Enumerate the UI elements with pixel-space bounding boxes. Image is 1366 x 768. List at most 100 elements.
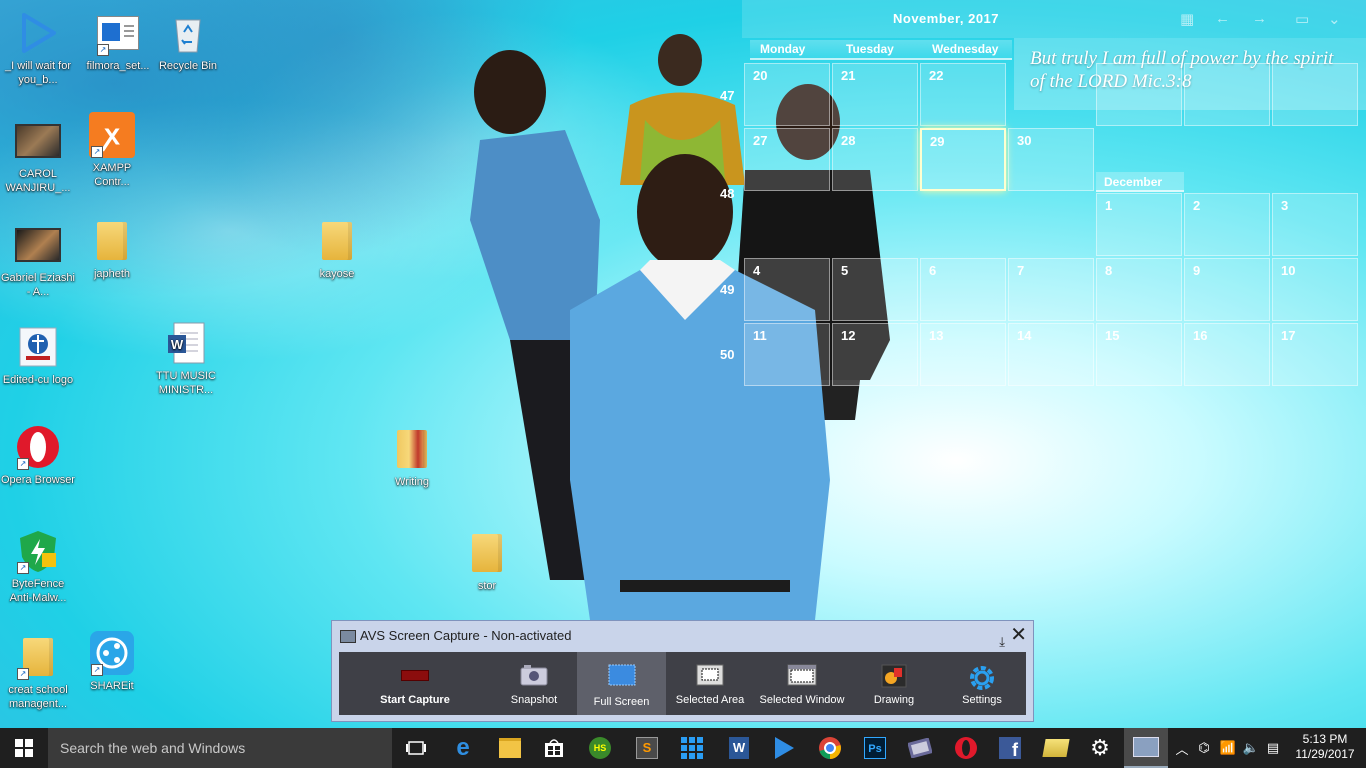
desktop-icon-label: Gabriel Eziashi - A... <box>1 272 75 298</box>
calendar-day[interactable]: 22 <box>920 63 1006 126</box>
week-number: 47 <box>720 88 735 103</box>
calendar-collapse-icon[interactable]: ⌄ <box>1328 10 1341 28</box>
word-taskbar-button[interactable]: W <box>717 728 761 768</box>
facebook-taskbar-button[interactable]: f <box>988 728 1032 768</box>
calendar-next-icon[interactable]: → <box>1252 10 1267 27</box>
notifications-icon[interactable]: ▤ <box>1262 740 1284 756</box>
wifi-off-icon[interactable]: 📶 <box>1216 740 1240 756</box>
start-capture-button[interactable]: Start Capture <box>339 652 491 715</box>
day-header-monday: Monday <box>750 40 836 60</box>
start-button[interactable] <box>0 728 48 768</box>
chevron-up-icon[interactable]: ︿ <box>1172 739 1192 758</box>
selected-window-button[interactable]: Selected Window <box>754 652 850 715</box>
avs-toolbar: Start Capture Snapshot Full Screen Selec… <box>339 652 1026 715</box>
task-view-button[interactable] <box>394 728 438 768</box>
sublime-icon: S <box>636 737 658 759</box>
edge-taskbar-button[interactable]: e <box>441 728 485 768</box>
calendar-day[interactable]: 27 <box>744 128 830 191</box>
store-taskbar-button[interactable] <box>532 728 576 768</box>
calendar-day[interactable]: 20 <box>744 63 830 126</box>
hs-taskbar-button[interactable]: HS <box>578 728 622 768</box>
desktop-icon-folder-writing[interactable]: Writing <box>374 426 450 489</box>
calendar-day[interactable]: 28 <box>832 128 918 191</box>
desktop-icon-video-gabriel[interactable]: Gabriel Eziashi - A... <box>0 222 76 299</box>
calendar-day[interactable]: 3 <box>1272 193 1358 256</box>
snapshot-button[interactable]: Snapshot <box>491 652 577 715</box>
grid-app-taskbar-button[interactable] <box>670 728 714 768</box>
calendar-prev-icon[interactable]: ← <box>1215 10 1230 27</box>
video-editor-taskbar-button[interactable] <box>898 728 942 768</box>
file-explorer-taskbar-button[interactable] <box>488 728 532 768</box>
calendar-day-today[interactable]: 29 <box>920 128 1006 191</box>
media-player-taskbar-button[interactable] <box>762 728 806 768</box>
calendar-view-icon[interactable]: ▦ <box>1180 10 1194 28</box>
avs-screen-capture-window: AVS Screen Capture - Non-activated ⤓ ✕ S… <box>331 620 1034 722</box>
volume-icon[interactable]: 🔈 <box>1240 740 1262 756</box>
desktop-icon-shareit[interactable]: ↗ SHAREit <box>74 630 150 693</box>
drawing-button[interactable]: Drawing <box>850 652 938 715</box>
chrome-taskbar-button[interactable] <box>808 728 852 768</box>
play-icon <box>775 737 794 759</box>
search-box[interactable]: Search the web and Windows <box>48 728 392 768</box>
desktop-icon-bytefence[interactable]: ↗ ByteFence Anti-Malw... <box>0 528 76 605</box>
desktop-icon-label: creat school managent... <box>8 684 68 710</box>
close-icon[interactable]: ✕ <box>1010 625 1027 645</box>
calendar-day[interactable]: 16 <box>1184 323 1270 386</box>
calendar-day[interactable]: 8 <box>1096 258 1182 321</box>
week-number: 50 <box>720 347 735 362</box>
photoshop-taskbar-button[interactable]: Ps <box>853 728 897 768</box>
system-clock[interactable]: 5:13 PM 11/29/2017 <box>1290 732 1360 762</box>
full-screen-button[interactable]: Full Screen <box>577 652 666 715</box>
settings-button[interactable]: Settings <box>938 652 1026 715</box>
desktop-icon-folder-kayose[interactable]: kayose <box>299 218 375 281</box>
calendar-day[interactable]: 1 <box>1096 193 1182 256</box>
network-icon[interactable]: ⌬ <box>1192 740 1216 756</box>
desktop-icon-create-school[interactable]: ↗ creat school managent... <box>0 634 76 711</box>
desktop-icon-video-carol[interactable]: CAROL WANJIRU_... <box>0 118 76 195</box>
calendar-day[interactable]: 6 <box>920 258 1006 321</box>
desktop-icon-video-i-will-wait[interactable]: _I will wait for you_b... <box>0 10 76 87</box>
day-header-tuesday: Tuesday <box>836 40 922 60</box>
avs-taskbar-button[interactable] <box>1124 728 1168 768</box>
calendar-window-icon[interactable]: ▭ <box>1295 10 1309 28</box>
opera-taskbar-button[interactable] <box>944 728 988 768</box>
avs-icon <box>1133 737 1159 757</box>
avs-title: AVS Screen Capture - Non-activated <box>360 628 572 643</box>
desktop-icon-label: SHAREit <box>90 680 134 692</box>
calendar-day[interactable]: 13 <box>920 323 1006 386</box>
photoshop-icon: Ps <box>864 737 886 759</box>
calendar-day[interactable]: 21 <box>832 63 918 126</box>
calendar-day[interactable]: 9 <box>1184 258 1270 321</box>
calendar-day[interactable]: 17 <box>1272 323 1358 386</box>
calendar-day[interactable]: 30 <box>1008 128 1094 191</box>
day-header-wednesday: Wednesday <box>922 40 1012 60</box>
desktop-icon-folder-japheth[interactable]: japheth <box>74 218 150 281</box>
sublime-taskbar-button[interactable]: S <box>625 728 669 768</box>
desktop-icon-recycle-bin[interactable]: Recycle Bin <box>150 10 226 73</box>
folder-app-taskbar-button[interactable] <box>1034 728 1078 768</box>
desktop-icon-label: stor <box>477 580 497 592</box>
opera-icon <box>955 737 977 759</box>
settings-taskbar-button[interactable]: ⚙ <box>1078 728 1122 768</box>
calendar-day[interactable]: 5 <box>832 258 918 321</box>
calendar-day[interactable]: 11 <box>744 323 830 386</box>
calendar-day[interactable]: 2 <box>1184 193 1270 256</box>
desktop-icon-opera[interactable]: ↗ Opera Browser <box>0 424 76 487</box>
calendar-day[interactable]: 12 <box>832 323 918 386</box>
avs-title-bar[interactable]: AVS Screen Capture - Non-activated ⤓ ✕ <box>332 621 1033 651</box>
december-label: December <box>1096 172 1184 192</box>
desktop-icon-folder-stor[interactable]: stor <box>449 530 525 593</box>
calendar-day[interactable]: 10 <box>1272 258 1358 321</box>
calendar-day[interactable]: 14 <box>1008 323 1094 386</box>
selected-area-button[interactable]: Selected Area <box>666 652 754 715</box>
calendar-day[interactable]: 4 <box>744 258 830 321</box>
calendar-day[interactable]: 15 <box>1096 323 1182 386</box>
calendar-day[interactable]: 7 <box>1008 258 1094 321</box>
drawing-icon <box>881 664 907 691</box>
desktop-icon-filmora-setup[interactable]: ↗ filmora_set... <box>80 10 156 73</box>
desktop-icon-xampp[interactable]: ꭗ ↗ XAMPP Contr... <box>74 112 150 189</box>
desktop-icon-edited-cu-logo[interactable]: Edited-cu logo <box>0 324 76 387</box>
desktop-icon-label: XAMPP Contr... <box>92 162 132 188</box>
video-thumbnail-icon <box>15 118 61 164</box>
desktop-icon-ttu-music[interactable]: W TTU MUSIC MINISTR... <box>148 320 224 397</box>
